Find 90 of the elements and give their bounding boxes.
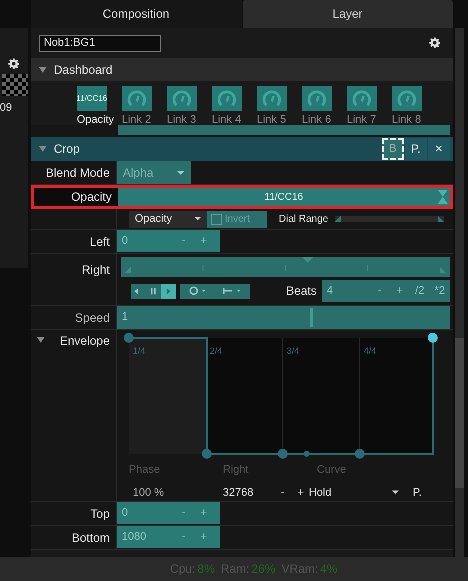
field-label: Right [82, 262, 110, 279]
dial-label: Opacity [77, 113, 114, 128]
field-label: Curve [317, 464, 346, 476]
beats-step-button[interactable]: *2 [430, 282, 450, 300]
beat-label: 1/4 [133, 346, 146, 356]
increment-button[interactable]: + [194, 232, 214, 250]
curve-dropdown[interactable]: Hold [309, 484, 399, 501]
section-title[interactable]: Crop [54, 140, 80, 158]
dial-label: Link 2 [122, 113, 152, 128]
opacity-slider[interactable]: 11/CC16 [118, 188, 450, 206]
field-label: Envelope [60, 333, 110, 350]
bypass-button[interactable]: B [382, 138, 404, 160]
field-label: Top [90, 506, 110, 522]
dial-knob[interactable]: 11/CC16 [77, 86, 107, 111]
close-button[interactable]: × [428, 138, 450, 160]
dial-knob[interactable] [392, 86, 422, 111]
dial-label: Link 5 [257, 113, 286, 128]
dial-range-slider[interactable] [335, 216, 444, 222]
dial-knob[interactable] [302, 86, 332, 111]
play-button[interactable] [161, 284, 176, 298]
increment-button[interactable]: + [194, 528, 214, 546]
field-label: Speed [75, 310, 110, 326]
preset-button[interactable]: P. [413, 484, 422, 501]
field-label: Left [90, 234, 110, 250]
invert-checkbox[interactable]: Invert [207, 210, 267, 228]
dial-knob[interactable] [257, 86, 287, 111]
dial-label: Link 4 [212, 113, 242, 128]
number-field[interactable]: 1080 - + [117, 526, 220, 548]
collapse-caret-icon[interactable] [39, 66, 47, 74]
pause-icon [148, 286, 159, 296]
settings-icon[interactable] [8, 58, 20, 70]
beat-label: 2/4 [210, 346, 223, 356]
section-title[interactable]: Dashboard [54, 60, 113, 78]
beats-step-button[interactable]: - [370, 282, 390, 300]
number-field[interactable]: 0 - + [117, 502, 220, 524]
clamp-mode-icon[interactable] [222, 286, 242, 296]
checkerboard-thumbnail[interactable] [2, 74, 28, 96]
dropdown-caret-icon [392, 489, 399, 496]
beats-field[interactable]: 4 - + /2 *2 [322, 280, 450, 302]
field-label: Bottom [72, 530, 110, 546]
phase-value: 100 % [133, 486, 166, 500]
field-label: Phase [129, 464, 160, 476]
number-field[interactable]: 0 - + [117, 230, 220, 252]
speed-slider[interactable]: 1 [117, 306, 450, 329]
envelope-curve[interactable] [124, 333, 438, 459]
increment-button[interactable]: + [293, 484, 309, 501]
dial-knob[interactable] [212, 86, 242, 111]
status-value: 4% [320, 561, 338, 578]
dropdown-caret-icon [195, 216, 201, 222]
dropdown-caret-icon [177, 168, 185, 176]
dial-label: Link 7 [347, 113, 376, 128]
loop-mode-icon[interactable] [188, 286, 208, 296]
decrement-button[interactable]: - [174, 504, 194, 522]
thumbnail-label: 09 [0, 101, 12, 116]
blend-mode-dropdown[interactable]: Alpha [117, 161, 191, 184]
beat-label: 3/4 [287, 346, 300, 356]
tab[interactable]: Composition [31, 0, 242, 28]
status-value: 8% [198, 561, 215, 578]
dial-knob[interactable] [167, 86, 197, 111]
decrement-button[interactable]: - [273, 484, 293, 501]
dial-knob[interactable] [122, 86, 152, 111]
status-value: 26% [252, 561, 276, 578]
field-label: Beats [286, 283, 317, 300]
hourglass-handle-icon[interactable] [438, 190, 448, 204]
dial-label: Link 8 [392, 113, 422, 128]
collapse-caret-icon[interactable] [39, 145, 47, 153]
decrement-button[interactable]: - [174, 232, 194, 250]
beats-step-button[interactable]: /2 [410, 282, 430, 300]
scrollbar[interactable] [455, 28, 464, 557]
field-label: Blend Mode [46, 164, 110, 182]
dial-knob[interactable] [347, 86, 377, 111]
beat-label: 4/4 [364, 346, 377, 356]
range-end-handle[interactable] [438, 216, 444, 222]
source-dropdown[interactable]: Opacity [129, 210, 207, 228]
field-label: Right [223, 464, 249, 476]
range-start-handle[interactable] [335, 216, 342, 222]
collapse-caret-icon[interactable] [37, 336, 45, 344]
name-field[interactable]: Nob1:BG1 [39, 34, 161, 52]
preset-button[interactable]: P. [405, 138, 427, 160]
slider-thumb[interactable] [310, 308, 314, 327]
value-field[interactable]: 32768 [223, 484, 273, 501]
beats-step-button[interactable]: + [390, 282, 410, 300]
settings-icon[interactable] [429, 37, 441, 49]
dial-label: Link 6 [302, 113, 332, 128]
dial-label: Link 3 [167, 113, 196, 128]
field-label: Opacity [71, 189, 112, 206]
increment-button[interactable]: + [194, 504, 214, 522]
tab[interactable]: Layer [242, 0, 453, 28]
decrement-button[interactable]: - [174, 528, 194, 546]
field-label: Dial Range [279, 212, 328, 226]
